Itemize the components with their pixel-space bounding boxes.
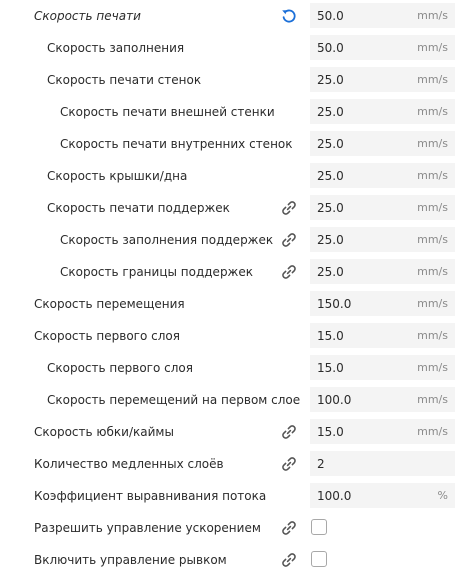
input-value: 15.0 bbox=[317, 425, 344, 439]
link-icon[interactable] bbox=[280, 551, 298, 569]
link-icon[interactable] bbox=[280, 455, 298, 473]
unit-label: mm/s bbox=[417, 329, 448, 342]
setting-row-top-bottom-speed: Скорость крышки/дна 25.0 mm/s bbox=[0, 160, 462, 192]
setting-row-flow-equalization: Коэффициент выравнивания потока 100.0 % bbox=[0, 480, 462, 512]
setting-label: Включить управление рывком bbox=[34, 553, 227, 567]
setting-label: Скорость печати bbox=[34, 9, 141, 23]
setting-label: Скорость заполнения bbox=[47, 41, 185, 55]
speed-input[interactable]: 25.0 mm/s bbox=[310, 99, 455, 124]
speed-input[interactable]: 15.0 mm/s bbox=[310, 323, 455, 348]
input-value: 50.0 bbox=[317, 41, 344, 55]
setting-row-outer-wall-speed: Скорость печати внешней стенки 25.0 mm/s bbox=[0, 96, 462, 128]
input-value: 25.0 bbox=[317, 73, 344, 87]
setting-label: Скорость печати внешней стенки bbox=[60, 105, 275, 119]
unit-label: mm/s bbox=[417, 425, 448, 438]
setting-row-infill-speed: Скорость заполнения 50.0 mm/s bbox=[0, 32, 462, 64]
input-value: 15.0 bbox=[317, 361, 344, 375]
jerk-control-checkbox[interactable] bbox=[311, 551, 327, 567]
unit-label: mm/s bbox=[417, 105, 448, 118]
setting-label: Скорость печати поддержек bbox=[47, 201, 230, 215]
setting-row-slow-layers-count: Количество медленных слоёв 2 bbox=[0, 448, 462, 480]
speed-input[interactable]: 25.0 mm/s bbox=[310, 131, 455, 156]
setting-label: Разрешить управление ускорением bbox=[34, 521, 261, 535]
speed-input[interactable]: 15.0 mm/s bbox=[310, 419, 455, 444]
setting-row-skirt-brim-speed: Скорость юбки/каймы 15.0 mm/s bbox=[0, 416, 462, 448]
speed-input[interactable]: 25.0 mm/s bbox=[310, 195, 455, 220]
input-value: 15.0 bbox=[317, 329, 344, 343]
count-input[interactable]: 2 bbox=[310, 451, 455, 476]
speed-input[interactable]: 25.0 mm/s bbox=[310, 259, 455, 284]
link-icon[interactable] bbox=[280, 263, 298, 281]
setting-row-initial-layer-print-speed: Скорость первого слоя 15.0 mm/s bbox=[0, 352, 462, 384]
unit-label: mm/s bbox=[417, 169, 448, 182]
setting-row-initial-layer-travel-speed: Скорость перемещений на первом слое 100.… bbox=[0, 384, 462, 416]
unit-label: % bbox=[437, 489, 448, 502]
setting-label: Количество медленных слоёв bbox=[34, 457, 224, 471]
setting-row-support-interface-speed: Скорость границы поддержек 25.0 mm/s bbox=[0, 256, 462, 288]
input-value: 150.0 bbox=[317, 297, 352, 311]
setting-label: Скорость границы поддержек bbox=[60, 265, 254, 279]
reset-icon[interactable] bbox=[280, 7, 298, 25]
input-value: 25.0 bbox=[317, 169, 344, 183]
setting-label: Скорость перемещений на первом слое bbox=[47, 393, 301, 407]
input-value: 100.0 bbox=[317, 489, 352, 503]
speed-input[interactable]: 25.0 mm/s bbox=[310, 67, 455, 92]
input-value: 25.0 bbox=[317, 105, 344, 119]
unit-label: mm/s bbox=[417, 297, 448, 310]
setting-row-travel-speed: Скорость перемещения 150.0 mm/s bbox=[0, 288, 462, 320]
acceleration-control-checkbox[interactable] bbox=[311, 519, 327, 535]
unit-label: mm/s bbox=[417, 137, 448, 150]
unit-label: mm/s bbox=[417, 361, 448, 374]
speed-input[interactable]: 50.0 mm/s bbox=[310, 3, 455, 28]
setting-label: Скорость первого слоя bbox=[47, 361, 193, 375]
link-icon[interactable] bbox=[280, 423, 298, 441]
setting-label: Скорость юбки/каймы bbox=[34, 425, 174, 439]
speed-input[interactable]: 25.0 mm/s bbox=[310, 163, 455, 188]
setting-row-wall-speed: Скорость печати стенок 25.0 mm/s bbox=[0, 64, 462, 96]
unit-label: mm/s bbox=[417, 9, 448, 22]
setting-label: Скорость заполнения поддержек bbox=[60, 233, 274, 247]
setting-row-inner-wall-speed: Скорость печати внутренних стенок 25.0 m… bbox=[0, 128, 462, 160]
link-icon[interactable] bbox=[280, 231, 298, 249]
link-icon[interactable] bbox=[280, 199, 298, 217]
unit-label: mm/s bbox=[417, 393, 448, 406]
ratio-input[interactable]: 100.0 % bbox=[310, 483, 455, 508]
input-value: 25.0 bbox=[317, 265, 344, 279]
setting-row-initial-layer-speed: Скорость первого слоя 15.0 mm/s bbox=[0, 320, 462, 352]
link-icon[interactable] bbox=[280, 519, 298, 537]
setting-row-support-speed: Скорость печати поддержек 25.0 mm/s bbox=[0, 192, 462, 224]
input-value: 25.0 bbox=[317, 137, 344, 151]
input-value: 50.0 bbox=[317, 9, 344, 23]
unit-label: mm/s bbox=[417, 73, 448, 86]
setting-label: Коэффициент выравнивания потока bbox=[34, 489, 267, 503]
speed-input[interactable]: 100.0 mm/s bbox=[310, 387, 455, 412]
setting-row-jerk-control: Включить управление рывком bbox=[0, 544, 462, 574]
setting-label: Скорость крышки/дна bbox=[47, 169, 188, 183]
unit-label: mm/s bbox=[417, 201, 448, 214]
setting-label: Скорость перемещения bbox=[34, 297, 185, 311]
setting-label: Скорость первого слоя bbox=[34, 329, 180, 343]
input-value: 25.0 bbox=[317, 233, 344, 247]
unit-label: mm/s bbox=[417, 41, 448, 54]
setting-row-acceleration-control: Разрешить управление ускорением bbox=[0, 512, 462, 544]
setting-label: Скорость печати стенок bbox=[47, 73, 202, 87]
setting-row-print-speed: Скорость печати 50.0 mm/s bbox=[0, 0, 462, 32]
setting-label: Скорость печати внутренних стенок bbox=[60, 137, 293, 151]
input-value: 100.0 bbox=[317, 393, 352, 407]
print-speed-settings-panel: Скорость печати 50.0 mm/s Скорость запол… bbox=[0, 0, 462, 574]
unit-label: mm/s bbox=[417, 265, 448, 278]
speed-input[interactable]: 150.0 mm/s bbox=[310, 291, 455, 316]
speed-input[interactable]: 25.0 mm/s bbox=[310, 227, 455, 252]
input-value: 25.0 bbox=[317, 201, 344, 215]
unit-label: mm/s bbox=[417, 233, 448, 246]
speed-input[interactable]: 50.0 mm/s bbox=[310, 35, 455, 60]
setting-row-support-infill-speed: Скорость заполнения поддержек 25.0 mm/s bbox=[0, 224, 462, 256]
input-value: 2 bbox=[317, 457, 325, 471]
speed-input[interactable]: 15.0 mm/s bbox=[310, 355, 455, 380]
